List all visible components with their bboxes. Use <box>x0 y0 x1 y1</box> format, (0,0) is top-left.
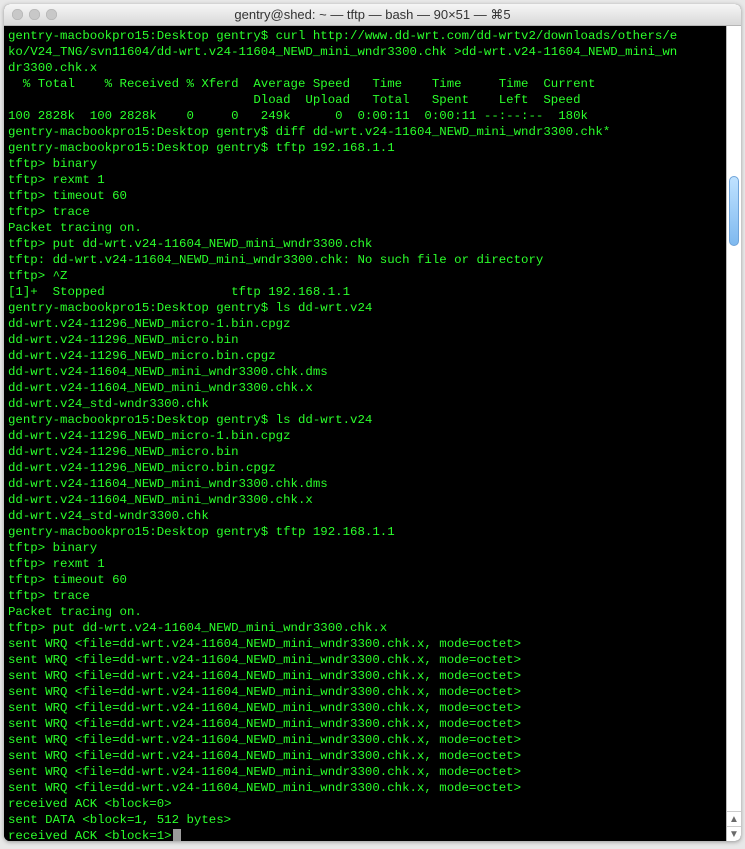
terminal-line: tftp> timeout 60 <box>8 188 737 204</box>
terminal-line: gentry-macbookpro15:Desktop gentry$ diff… <box>8 124 737 140</box>
terminal-line: tftp> ^Z <box>8 268 737 284</box>
terminal-line: gentry-macbookpro15:Desktop gentry$ tftp… <box>8 140 737 156</box>
terminal-line: received ACK <block=1> <box>8 828 737 841</box>
terminal-line: % Total % Received % Xferd Average Speed… <box>8 76 737 92</box>
scroll-up-icon[interactable]: ▲ <box>727 811 741 826</box>
terminal-line: dd-wrt.v24_std-wndr3300.chk <box>8 396 737 412</box>
close-icon[interactable] <box>12 9 23 20</box>
window-title: gentry@shed: ~ — tftp — bash — 90×51 — ⌘… <box>4 7 741 23</box>
titlebar[interactable]: gentry@shed: ~ — tftp — bash — 90×51 — ⌘… <box>4 4 741 26</box>
terminal-line: Packet tracing on. <box>8 604 737 620</box>
terminal-line: Packet tracing on. <box>8 220 737 236</box>
terminal-line: tftp> put dd-wrt.v24-11604_NEWD_mini_wnd… <box>8 620 737 636</box>
terminal-line: tftp> trace <box>8 204 737 220</box>
scrollbar-thumb[interactable] <box>729 176 739 246</box>
terminal-line: dd-wrt.v24-11604_NEWD_mini_wndr3300.chk.… <box>8 492 737 508</box>
terminal-line: sent DATA <block=1, 512 bytes> <box>8 812 737 828</box>
window-controls <box>12 9 57 20</box>
scroll-down-icon[interactable]: ▼ <box>727 826 741 841</box>
terminal-line: ko/V24_TNG/svn11604/dd-wrt.v24-11604_NEW… <box>8 44 737 60</box>
terminal-line: tftp: dd-wrt.v24-11604_NEWD_mini_wndr330… <box>8 252 737 268</box>
terminal-line: [1]+ Stopped tftp 192.168.1.1 <box>8 284 737 300</box>
terminal-line: Dload Upload Total Spent Left Speed <box>8 92 737 108</box>
terminal-line: tftp> binary <box>8 156 737 172</box>
terminal-line: sent WRQ <file=dd-wrt.v24-11604_NEWD_min… <box>8 780 737 796</box>
terminal-line: sent WRQ <file=dd-wrt.v24-11604_NEWD_min… <box>8 636 737 652</box>
terminal-line: tftp> rexmt 1 <box>8 172 737 188</box>
terminal-line: dd-wrt.v24-11296_NEWD_micro-1.bin.cpgz <box>8 316 737 332</box>
terminal-line: dd-wrt.v24-11296_NEWD_micro.bin <box>8 332 737 348</box>
terminal-line: dd-wrt.v24-11296_NEWD_micro.bin <box>8 444 737 460</box>
scrollbar[interactable]: ▲ ▼ <box>726 26 741 841</box>
terminal-line: tftp> put dd-wrt.v24-11604_NEWD_mini_wnd… <box>8 236 737 252</box>
zoom-icon[interactable] <box>46 9 57 20</box>
terminal-line: sent WRQ <file=dd-wrt.v24-11604_NEWD_min… <box>8 652 737 668</box>
terminal-line: dd-wrt.v24-11604_NEWD_mini_wndr3300.chk.… <box>8 476 737 492</box>
terminal-line: received ACK <block=0> <box>8 796 737 812</box>
terminal-content[interactable]: gentry-macbookpro15:Desktop gentry$ curl… <box>4 26 741 841</box>
terminal-line: 100 2828k 100 2828k 0 0 249k 0 0:00:11 0… <box>8 108 737 124</box>
cursor <box>173 829 181 841</box>
terminal-line: tftp> rexmt 1 <box>8 556 737 572</box>
terminal-line: sent WRQ <file=dd-wrt.v24-11604_NEWD_min… <box>8 700 737 716</box>
terminal-line: dd-wrt.v24-11296_NEWD_micro-1.bin.cpgz <box>8 428 737 444</box>
terminal-line: dd-wrt.v24-11604_NEWD_mini_wndr3300.chk.… <box>8 380 737 396</box>
minimize-icon[interactable] <box>29 9 40 20</box>
terminal-line: dd-wrt.v24_std-wndr3300.chk <box>8 508 737 524</box>
terminal-line: tftp> timeout 60 <box>8 572 737 588</box>
terminal-line: sent WRQ <file=dd-wrt.v24-11604_NEWD_min… <box>8 668 737 684</box>
terminal-line: dd-wrt.v24-11296_NEWD_micro.bin.cpgz <box>8 348 737 364</box>
terminal-line: gentry-macbookpro15:Desktop gentry$ curl… <box>8 28 737 44</box>
terminal-line: dd-wrt.v24-11604_NEWD_mini_wndr3300.chk.… <box>8 364 737 380</box>
terminal-line: tftp> trace <box>8 588 737 604</box>
terminal-line: sent WRQ <file=dd-wrt.v24-11604_NEWD_min… <box>8 684 737 700</box>
terminal-line: tftp> binary <box>8 540 737 556</box>
terminal-line: sent WRQ <file=dd-wrt.v24-11604_NEWD_min… <box>8 748 737 764</box>
terminal-line: sent WRQ <file=dd-wrt.v24-11604_NEWD_min… <box>8 764 737 780</box>
terminal-line: dd-wrt.v24-11296_NEWD_micro.bin.cpgz <box>8 460 737 476</box>
terminal-window: gentry@shed: ~ — tftp — bash — 90×51 — ⌘… <box>4 4 741 841</box>
terminal-line: gentry-macbookpro15:Desktop gentry$ tftp… <box>8 524 737 540</box>
terminal-line: sent WRQ <file=dd-wrt.v24-11604_NEWD_min… <box>8 732 737 748</box>
terminal-line: gentry-macbookpro15:Desktop gentry$ ls d… <box>8 412 737 428</box>
terminal-line: dr3300.chk.x <box>8 60 737 76</box>
terminal-line: gentry-macbookpro15:Desktop gentry$ ls d… <box>8 300 737 316</box>
terminal-line: sent WRQ <file=dd-wrt.v24-11604_NEWD_min… <box>8 716 737 732</box>
